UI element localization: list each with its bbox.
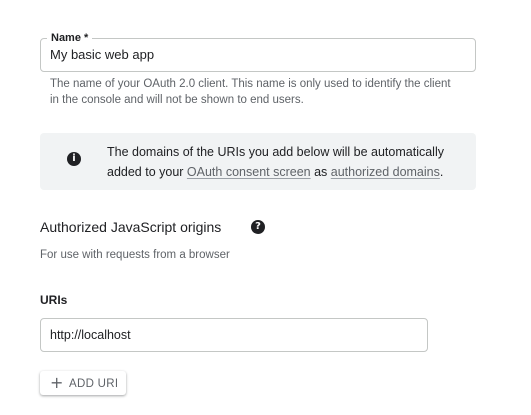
oauth-consent-screen-link[interactable]: OAuth consent screen <box>187 165 311 179</box>
info-notice-text: The domains of the URIs you add below wi… <box>107 142 467 182</box>
uri-input-value[interactable]: http://localhost <box>50 327 131 343</box>
section-subtitle: For use with requests from a browser <box>40 249 230 261</box>
help-icon[interactable]: ? <box>251 220 265 234</box>
name-field-label: Name * <box>47 31 93 45</box>
info-notice: i The domains of the URIs you add below … <box>40 133 476 190</box>
uris-label: URIs <box>40 293 68 307</box>
info-text-after: . <box>439 165 444 179</box>
add-uri-label: ADD URI <box>69 378 119 390</box>
section-title: Authorized JavaScript origins <box>40 219 222 235</box>
name-field-helper-text: The name of your OAuth 2.0 client. This … <box>50 78 451 106</box>
info-icon: i <box>67 152 81 166</box>
info-text-middle: as <box>310 165 331 179</box>
plus-icon: + <box>50 373 64 392</box>
authorized-domains-link[interactable]: authorized domains <box>331 165 440 179</box>
add-uri-button[interactable]: + ADD URI <box>40 371 126 395</box>
name-field-value[interactable]: My basic web app <box>50 47 154 63</box>
uri-input[interactable]: http://localhost <box>40 318 428 352</box>
name-field[interactable]: Name * My basic web app <box>40 31 476 72</box>
